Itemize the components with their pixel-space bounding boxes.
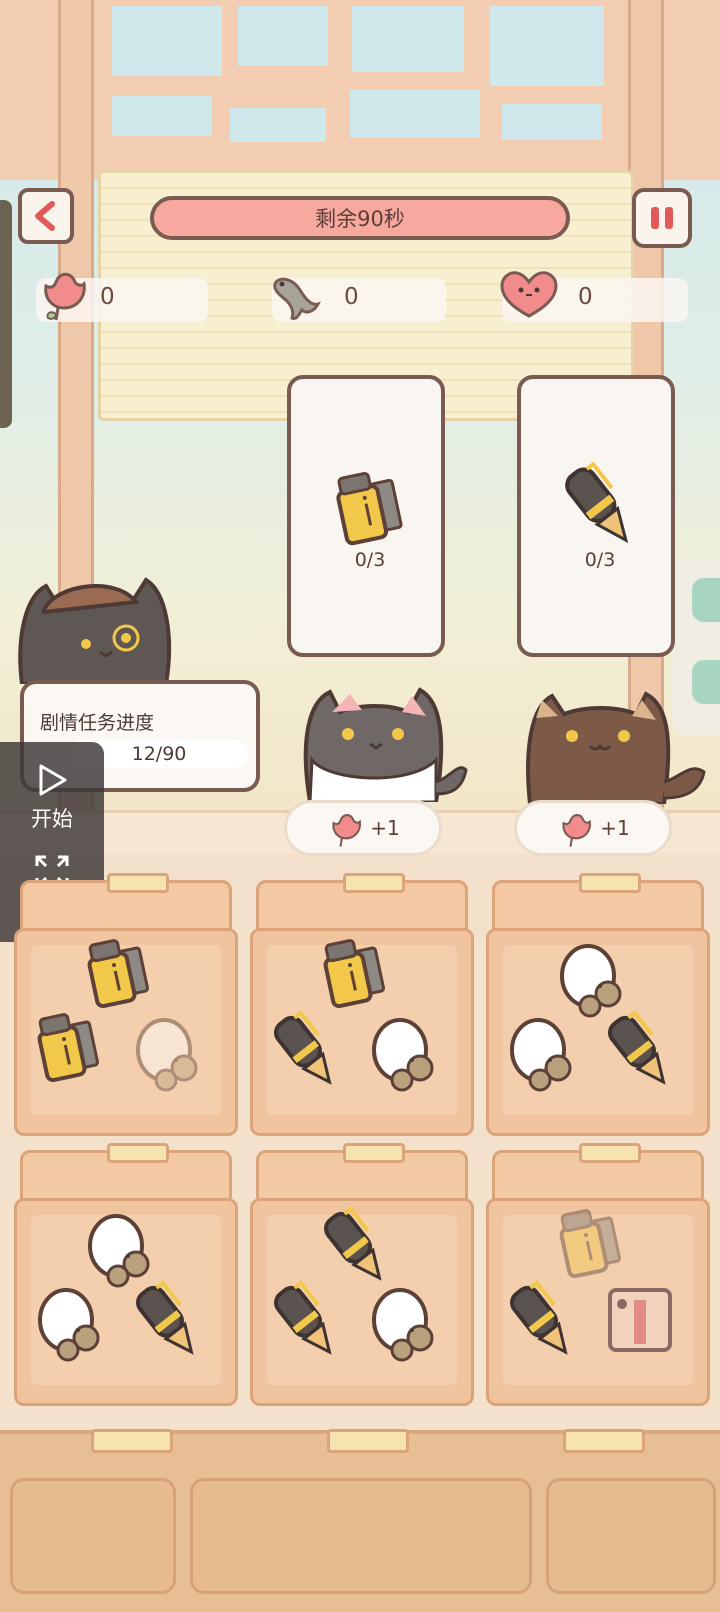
pen-icon[interactable] <box>126 1278 210 1362</box>
pen-icon[interactable] <box>264 1278 348 1362</box>
reward-amount: +1 <box>370 816 400 840</box>
order-card-pen[interactable]: 0/3 <box>517 375 675 657</box>
story-title: 剧情任务进度 <box>40 712 155 734</box>
item-box[interactable] <box>250 1143 474 1453</box>
resource-fish: 0 <box>272 277 446 322</box>
play-icon <box>39 764 67 796</box>
pen-icon[interactable] <box>500 1278 584 1362</box>
reward-pill-1: +1 <box>284 800 442 856</box>
drawer-right <box>546 1478 716 1594</box>
flower-count: 0 <box>100 284 115 310</box>
brown-cat <box>526 691 706 804</box>
green-button-icon[interactable] <box>692 578 720 622</box>
flower-icon <box>332 814 362 847</box>
item-box[interactable] <box>14 1143 238 1453</box>
lighter-icon[interactable] <box>550 1204 634 1288</box>
stamp-box-icon[interactable] <box>598 1278 682 1362</box>
mouse-icon[interactable] <box>78 1204 162 1288</box>
heart-icon <box>500 271 558 318</box>
detective-cat <box>18 577 172 684</box>
lighter-icon <box>336 471 403 546</box>
mouse-icon[interactable] <box>550 934 634 1018</box>
pen-icon[interactable] <box>264 1008 348 1092</box>
order-progress: 0/3 <box>584 549 616 571</box>
flower-icon <box>562 814 592 847</box>
item-box[interactable] <box>486 1143 710 1453</box>
pause-button[interactable] <box>632 188 692 248</box>
pen-icon <box>565 461 629 544</box>
resource-flower: 0 <box>36 272 208 322</box>
mouse-icon[interactable] <box>500 1008 584 1092</box>
pause-icon <box>651 207 659 229</box>
item-box[interactable] <box>250 873 474 1183</box>
pen-icon[interactable] <box>314 1204 398 1288</box>
order-card-lighter[interactable]: 0/3 <box>287 375 445 657</box>
drawer-left <box>10 1478 176 1594</box>
lighter-icon[interactable] <box>78 934 162 1018</box>
back-button[interactable] <box>18 188 74 244</box>
mouse-icon[interactable] <box>362 1278 446 1362</box>
timer-text: 剩余90秒 <box>315 207 405 231</box>
drawer-center <box>190 1478 532 1594</box>
story-progress-text: 12/90 <box>131 743 187 765</box>
reward-amount: +1 <box>600 816 630 840</box>
pen-icon[interactable] <box>598 1008 682 1092</box>
item-box[interactable] <box>14 873 238 1183</box>
countdown-timer: 剩余90秒 <box>150 196 570 240</box>
chevron-left-icon <box>35 201 55 231</box>
heart-count: 0 <box>578 284 593 310</box>
left-edge-tab[interactable] <box>0 200 12 428</box>
start-label: 开始 <box>31 807 73 831</box>
item-box[interactable] <box>486 873 710 1183</box>
flower-icon <box>44 272 86 321</box>
order-progress: 0/3 <box>354 549 386 571</box>
mouse-icon[interactable] <box>362 1008 446 1092</box>
start-button[interactable]: 开始 <box>0 762 104 833</box>
fish-icon <box>273 277 321 320</box>
mouse-icon[interactable] <box>126 1008 210 1092</box>
lighter-icon[interactable] <box>314 934 398 1018</box>
fish-count: 0 <box>344 284 359 310</box>
resource-heart: 0 <box>500 271 688 322</box>
lighter-icon[interactable] <box>28 1008 112 1092</box>
gray-cat <box>303 687 468 802</box>
window-frame <box>0 0 720 180</box>
mouse-icon[interactable] <box>28 1278 112 1362</box>
reward-pill-2: +1 <box>514 800 672 856</box>
